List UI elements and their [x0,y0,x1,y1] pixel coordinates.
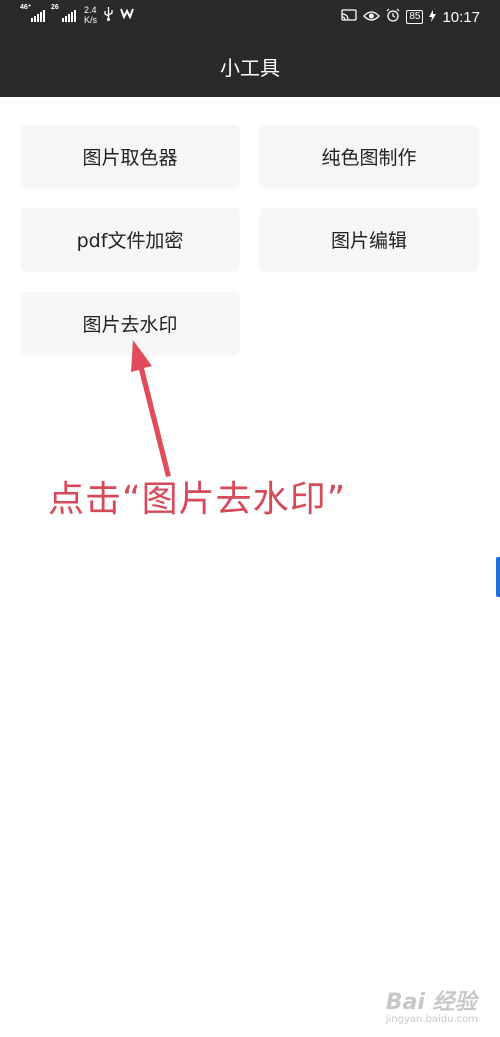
screen: 46⁺ 26 2.4 K/s 85 10:17 小工具 图片取色器 纯色图制作 … [0,0,500,1037]
annotation-text: 点击“图片去水印” [48,479,347,520]
watermark-url: jingyan.baidu.com [385,1014,478,1025]
watermark-logo: Bai 经验 jingyan.baidu.com [386,984,478,1025]
watermark-brand: Bai 经验 [385,990,477,1015]
edge-scroll-handle[interactable] [496,557,500,597]
